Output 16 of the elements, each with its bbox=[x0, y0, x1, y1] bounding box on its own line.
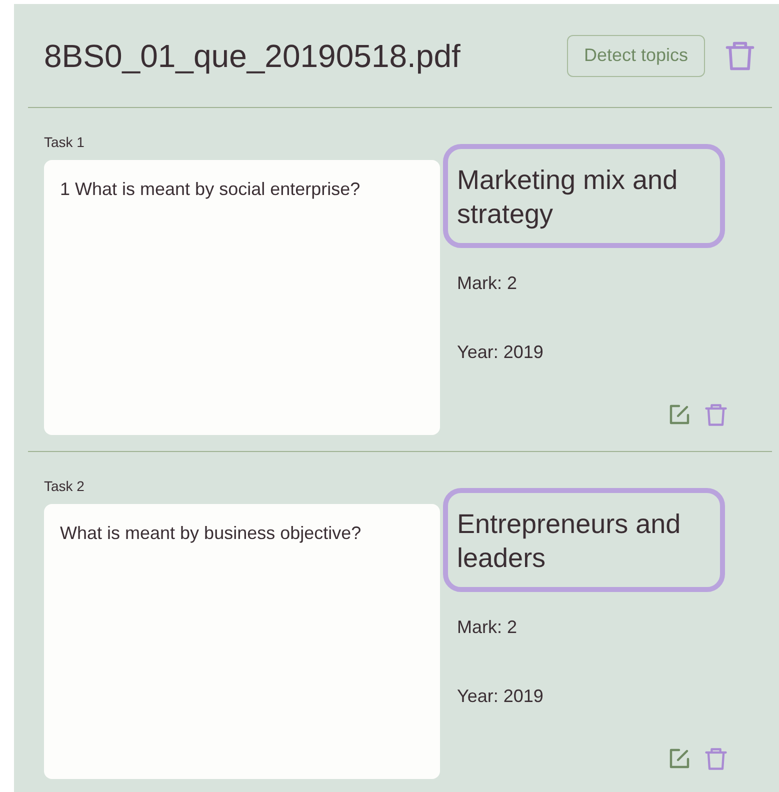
document-title: 8BS0_01_que_20190518.pdf bbox=[44, 36, 462, 76]
task-label: Task 1 bbox=[44, 133, 86, 152]
detect-topics-button[interactable]: Detect topics bbox=[566, 34, 705, 76]
year-text: Year: 2019 bbox=[456, 685, 544, 708]
question-card: What is meant by business objective? bbox=[44, 504, 440, 779]
edit-icon[interactable] bbox=[667, 747, 691, 771]
topic-box: Marketing mix and strategy bbox=[443, 144, 725, 248]
task-label: Task 2 bbox=[44, 477, 86, 496]
trash-icon[interactable] bbox=[703, 746, 729, 772]
topic-box: Entrepreneurs and leaders bbox=[443, 488, 725, 592]
mark-text: Mark: 2 bbox=[456, 272, 518, 295]
question-card: 1 What is meant by social enterprise? bbox=[44, 160, 440, 435]
year-text: Year: 2019 bbox=[456, 341, 544, 364]
mark-text: Mark: 2 bbox=[456, 616, 518, 639]
trash-icon[interactable] bbox=[703, 402, 729, 428]
edit-icon[interactable] bbox=[667, 403, 691, 427]
